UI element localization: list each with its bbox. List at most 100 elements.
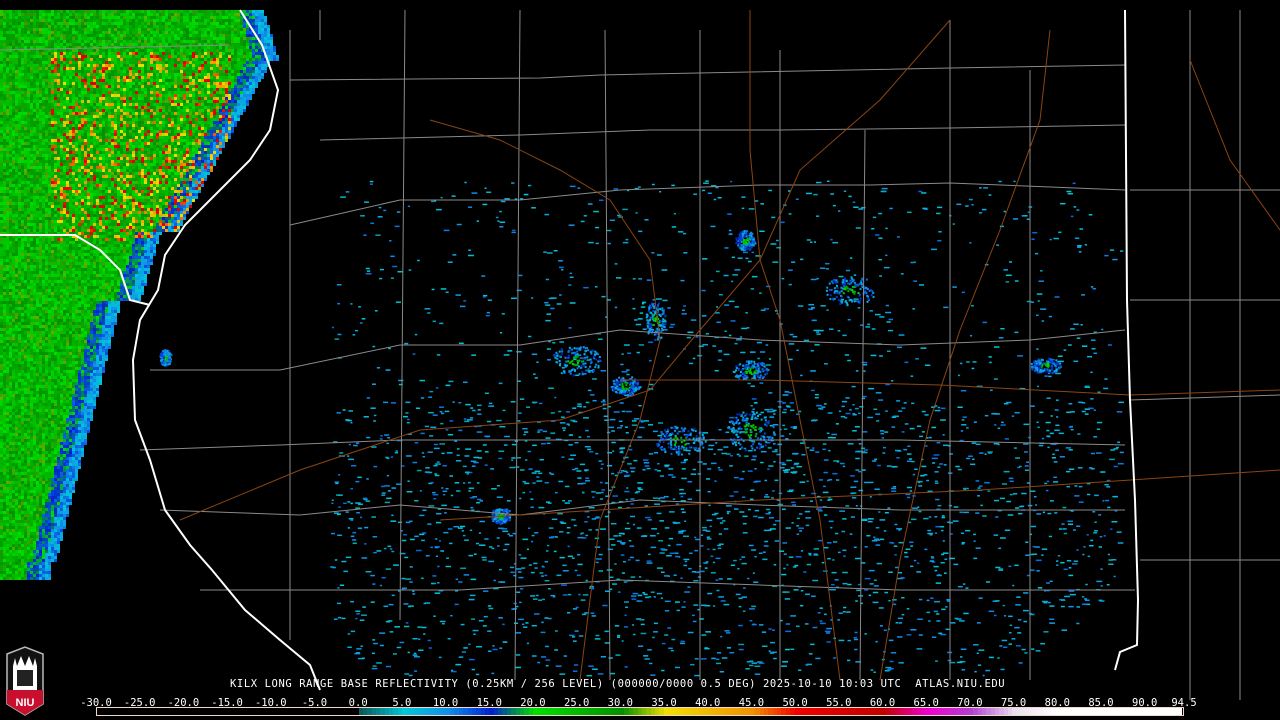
echo-pixel: [48, 160, 51, 163]
echo-pixel: [237, 100, 240, 103]
echo-pixel: [93, 88, 96, 91]
echo-pixel: [264, 31, 267, 34]
echo-pixel: [15, 88, 18, 91]
echo-pixel: [3, 16, 6, 19]
echo-pixel: [105, 85, 108, 88]
echo-pixel: [114, 16, 117, 19]
echo-pixel: [237, 43, 240, 46]
echo-pixel: [222, 100, 225, 103]
echo-pixel: [96, 94, 99, 97]
echo-pixel: [264, 70, 267, 73]
echo-pixel: [126, 34, 129, 37]
echo-pixel: [156, 79, 159, 82]
echo-pixel: [60, 139, 63, 142]
echo-pixel: [231, 25, 234, 28]
echo-pixel: [201, 49, 204, 52]
echo-pixel: [201, 130, 204, 133]
echo-pixel: [69, 100, 72, 103]
echo-pixel: [201, 28, 204, 31]
echo-pixel: [60, 55, 63, 58]
echo-pixel: [12, 67, 15, 70]
echo-pixel: [90, 91, 93, 94]
echo-pixel: [12, 121, 15, 124]
echo-pixel: [3, 40, 6, 43]
echo-pixel: [204, 94, 207, 97]
echo-pixel: [51, 166, 54, 169]
echo-pixel: [216, 49, 219, 52]
echo-pixel: [174, 133, 177, 136]
echo-pixel: [264, 40, 267, 43]
echo-pixel: [219, 103, 222, 106]
echo-pixel: [159, 103, 162, 106]
echo-pixel: [174, 142, 177, 145]
echo-pixel: [216, 121, 219, 124]
echo-pixel: [63, 82, 66, 85]
echo-pixel: [96, 163, 99, 166]
echo-pixel: [189, 175, 192, 178]
echo-pixel: [24, 169, 27, 172]
echo-pixel: [147, 127, 150, 130]
echo-pixel: [264, 34, 267, 37]
echo-pixel: [129, 115, 132, 118]
echo-pixel: [213, 52, 216, 55]
echo-pixel: [6, 106, 9, 109]
echo-pixel: [0, 175, 3, 178]
echo-pixel: [60, 22, 63, 25]
echo-pixel: [18, 37, 21, 40]
echo-pixel: [162, 142, 165, 145]
echo-pixel: [33, 130, 36, 133]
echo-pixel: [81, 55, 84, 58]
echo-pixel: [132, 85, 135, 88]
echo-pixel: [15, 103, 18, 106]
echo-pixel: [0, 10, 3, 13]
echo-pixel: [189, 118, 192, 121]
echo-pixel: [150, 16, 153, 19]
echo-pixel: [222, 139, 225, 142]
echo-pixel: [240, 25, 243, 28]
echo-pixel: [168, 91, 171, 94]
echo-pixel: [78, 73, 81, 76]
echo-pixel: [72, 148, 75, 151]
echo-pixel: [171, 181, 174, 184]
echo-pixel: [150, 160, 153, 163]
echo-pixel: [99, 19, 102, 22]
echo-pixel: [144, 40, 147, 43]
echo-pixel: [141, 94, 144, 97]
echo-pixel: [171, 22, 174, 25]
echo-pixel: [105, 133, 108, 136]
echo-pixel: [189, 31, 192, 34]
echo-pixel: [183, 106, 186, 109]
echo-pixel: [18, 184, 21, 187]
radar-map[interactable]: [0, 0, 1280, 720]
echo-pixel: [6, 175, 9, 178]
echo-pixel: [114, 109, 117, 112]
echo-pixel: [189, 130, 192, 133]
echo-pixel: [27, 37, 30, 40]
echo-pixel: [192, 145, 195, 148]
echo-pixel: [6, 73, 9, 76]
echo-pixel: [147, 25, 150, 28]
echo-pixel: [129, 58, 132, 61]
echo-pixel: [39, 142, 42, 145]
echo-pixel: [186, 112, 189, 115]
echo-pixel: [42, 58, 45, 61]
echo-pixel: [231, 58, 234, 61]
echo-pixel: [66, 118, 69, 121]
echo-pixel: [201, 13, 204, 16]
echo-pixel: [15, 118, 18, 121]
echo-pixel: [105, 178, 108, 181]
echo-pixel: [15, 79, 18, 82]
echo-pixel: [147, 124, 150, 127]
echo-pixel: [237, 67, 240, 70]
echo-pixel: [201, 184, 204, 187]
echo-pixel: [18, 82, 21, 85]
echo-pixel: [180, 37, 183, 40]
echo-pixel: [129, 124, 132, 127]
echo-pixel: [156, 187, 159, 190]
echo-pixel: [36, 133, 39, 136]
echo-pixel: [138, 52, 141, 55]
echo-pixel: [27, 178, 30, 181]
echo-pixel: [216, 115, 219, 118]
echo-pixel: [33, 109, 36, 112]
echo-pixel: [168, 187, 171, 190]
